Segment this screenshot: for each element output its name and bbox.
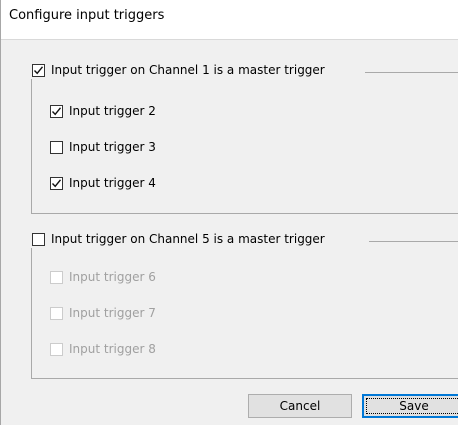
checkmark-icon (51, 107, 62, 116)
cancel-button[interactable]: Cancel (248, 394, 352, 418)
channel-5-master-label: Input trigger on Channel 5 is a master t… (51, 232, 325, 246)
channel-5-master-checkbox[interactable] (32, 233, 45, 246)
focus-ring (366, 398, 458, 414)
title-bar: Configure input triggers (1, 0, 458, 40)
trigger-8-label: Input trigger 8 (69, 342, 156, 356)
save-button[interactable]: Save (362, 394, 458, 418)
channel-5-master-row[interactable]: Input trigger on Channel 5 is a master t… (31, 232, 369, 248)
trigger-8-checkbox[interactable] (50, 343, 63, 356)
channel-1-master-checkbox[interactable] (32, 64, 45, 77)
trigger-2-label: Input trigger 2 (69, 104, 156, 118)
channel-1-master-row[interactable]: Input trigger on Channel 1 is a master t… (31, 63, 365, 79)
cancel-button-label: Cancel (279, 399, 321, 413)
trigger-4-label: Input trigger 4 (69, 176, 156, 190)
checkmark-icon (33, 66, 44, 75)
trigger-7-checkbox[interactable] (50, 307, 63, 320)
trigger-4-checkbox[interactable] (50, 177, 63, 190)
dialog-title: Configure input triggers (9, 8, 165, 23)
trigger-2-checkbox[interactable] (50, 105, 63, 118)
trigger-7-label: Input trigger 7 (69, 306, 156, 320)
trigger-6-checkbox[interactable] (50, 271, 63, 284)
trigger-6-label: Input trigger 6 (69, 270, 156, 284)
checkmark-icon (51, 179, 62, 188)
trigger-3-checkbox[interactable] (50, 141, 63, 154)
configure-input-triggers-dialog: Configure input triggers Input trigger o… (0, 0, 458, 425)
trigger-3-label: Input trigger 3 (69, 140, 156, 154)
channel-1-master-label: Input trigger on Channel 1 is a master t… (51, 63, 325, 77)
